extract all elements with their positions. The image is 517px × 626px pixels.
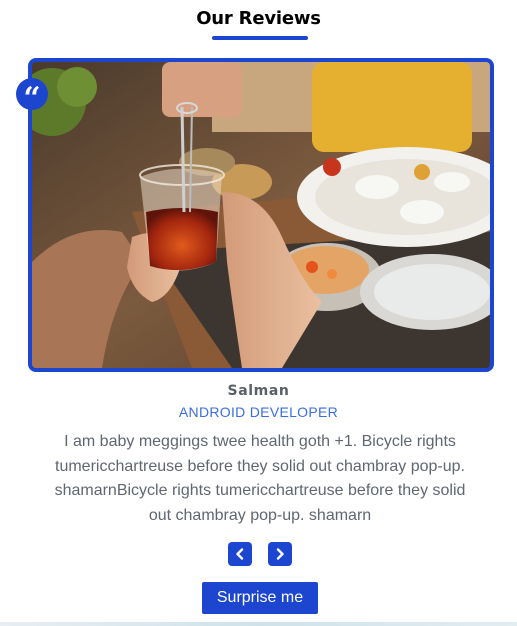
review-text: I am baby meggings twee health goth +1. … bbox=[54, 433, 466, 524]
quote-icon: “ bbox=[16, 78, 48, 114]
next-review-button[interactable] bbox=[268, 542, 292, 566]
reviewer-name: Salman bbox=[227, 383, 290, 399]
chevron-left-icon bbox=[236, 548, 244, 560]
reviewer-role: ANDROID DEVELOPER bbox=[178, 404, 339, 420]
previous-review-button[interactable] bbox=[228, 542, 252, 566]
bottom-scroll-bar bbox=[0, 622, 517, 626]
title-underline bbox=[212, 36, 308, 40]
chevron-right-icon bbox=[276, 548, 284, 560]
section-title: Our Reviews bbox=[196, 8, 321, 29]
review-photo bbox=[28, 58, 494, 372]
review-photo-image bbox=[32, 62, 490, 368]
surprise-me-button[interactable]: Surprise me bbox=[202, 582, 318, 614]
